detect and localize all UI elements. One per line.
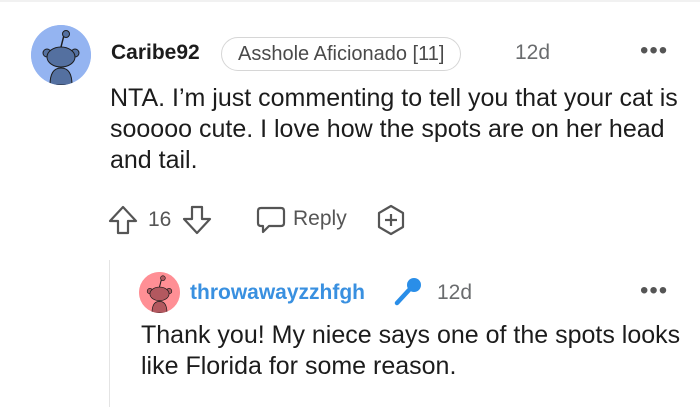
award-button[interactable] <box>375 204 407 241</box>
reply-body: Thank you! My niece says one of the spot… <box>141 321 681 380</box>
top-divider <box>0 0 700 2</box>
thread-line[interactable] <box>109 260 110 407</box>
add-award-icon <box>377 204 405 236</box>
snoo-avatar-icon <box>31 25 91 85</box>
reply-label: Reply <box>293 207 347 230</box>
downvote-button[interactable] <box>181 204 213 241</box>
upvote-arrow-icon <box>108 205 138 235</box>
user-flair: Asshole Aficionado [11] <box>221 37 462 71</box>
reply-timestamp: 12d <box>437 281 473 304</box>
speech-bubble-icon <box>256 206 286 234</box>
more-options-button[interactable]: ••• <box>640 39 668 63</box>
more-options-button[interactable]: ••• <box>640 279 668 303</box>
snoo-avatar-icon <box>139 272 180 313</box>
comment-body: NTA. I’m just commenting to tell you tha… <box>110 84 678 174</box>
upvote-button[interactable] <box>107 204 139 241</box>
avatar[interactable] <box>31 25 91 85</box>
reply-avatar[interactable] <box>139 272 180 313</box>
microphone-icon <box>392 276 424 313</box>
comment-author[interactable]: Caribe92 <box>111 41 200 65</box>
comment-timestamp: 12d <box>515 41 551 64</box>
vote-count: 16 <box>148 208 172 231</box>
downvote-arrow-icon <box>182 205 212 235</box>
reply-author[interactable]: throwawayzzhfgh <box>190 281 365 305</box>
